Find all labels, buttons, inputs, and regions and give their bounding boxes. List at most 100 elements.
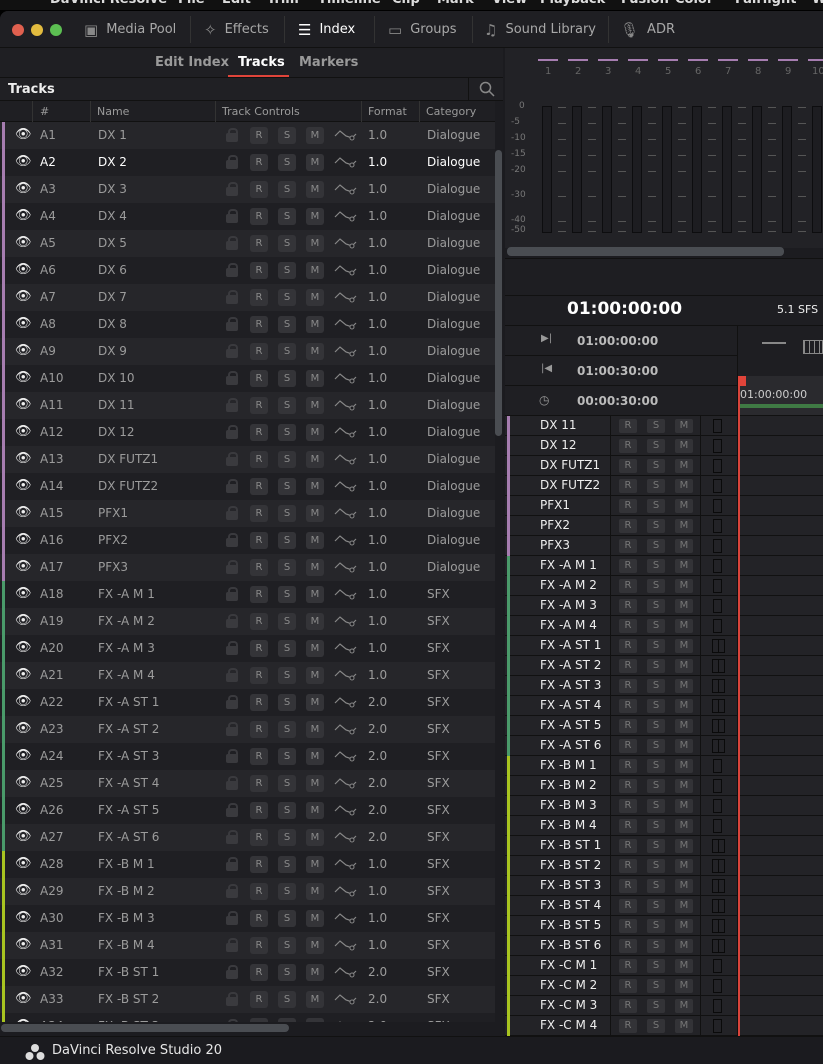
toolbar-adr-button[interactable]: 🎙 ADR <box>620 11 675 48</box>
automation-curve-icon[interactable] <box>334 1017 358 1022</box>
table-row[interactable]: 👁 A22 FX -A ST 1 2.0 SFX R S M <box>0 689 495 716</box>
lock-icon[interactable] <box>226 749 238 763</box>
lock-icon[interactable] <box>226 425 238 439</box>
mute-button[interactable]: M <box>306 370 324 387</box>
grid-icon[interactable] <box>803 340 823 354</box>
automation-curve-icon[interactable] <box>334 396 358 415</box>
eye-icon[interactable]: 👁 <box>15 424 32 439</box>
table-row[interactable]: 👁 A34 FX -B ST 3 2.0 SFX R S M <box>0 1013 495 1022</box>
table-row[interactable]: 👁 A5 DX 5 1.0 Dialogue R S M <box>0 230 495 257</box>
timeline-lane[interactable] <box>738 656 823 676</box>
record-button[interactable]: R <box>619 579 637 593</box>
mute-button[interactable]: M <box>306 289 324 306</box>
solo-button[interactable]: S <box>278 424 296 441</box>
eye-icon[interactable]: 👁 <box>15 289 32 304</box>
timeline-track-header[interactable]: FX -B ST 2 RSM <box>505 856 737 876</box>
eye-icon[interactable]: 👁 <box>15 775 32 790</box>
timeline-track-header[interactable]: FX -B ST 3 RSM <box>505 876 737 896</box>
solo-button[interactable]: S <box>647 679 665 693</box>
solo-button[interactable]: S <box>278 991 296 1008</box>
close-window-button[interactable] <box>12 24 24 36</box>
timeline-track-header[interactable]: FX -A M 3 RSM <box>505 596 737 616</box>
record-button[interactable]: R <box>250 856 268 873</box>
record-button[interactable]: R <box>250 235 268 252</box>
solo-button[interactable]: S <box>278 127 296 144</box>
timeline-lane[interactable] <box>738 956 823 976</box>
lock-icon[interactable] <box>226 452 238 466</box>
menu-item[interactable]: Color <box>675 0 713 7</box>
mute-button[interactable]: M <box>306 262 324 279</box>
solo-button[interactable]: S <box>647 419 665 433</box>
timeline-lane[interactable] <box>738 816 823 836</box>
record-button[interactable]: R <box>250 640 268 657</box>
record-button[interactable]: R <box>619 979 637 993</box>
timeline-lane[interactable] <box>738 416 823 436</box>
solo-button[interactable]: S <box>278 370 296 387</box>
eye-icon[interactable]: 👁 <box>15 883 32 898</box>
lock-icon[interactable] <box>226 479 238 493</box>
mute-button[interactable]: M <box>675 659 693 673</box>
solo-button[interactable]: S <box>278 397 296 414</box>
table-row[interactable]: 👁 A25 FX -A ST 4 2.0 SFX R S M <box>0 770 495 797</box>
mute-button[interactable]: M <box>675 499 693 513</box>
lock-icon[interactable] <box>226 533 238 547</box>
timeline-lane[interactable] <box>738 856 823 876</box>
eye-icon[interactable]: 👁 <box>15 370 32 385</box>
lock-icon[interactable] <box>226 371 238 385</box>
record-button[interactable]: R <box>250 937 268 954</box>
eye-icon[interactable]: 👁 <box>15 478 32 493</box>
mute-button[interactable]: M <box>675 919 693 933</box>
horizontal-scrollbar[interactable] <box>1 1024 289 1032</box>
record-button[interactable]: R <box>619 539 637 553</box>
automation-curve-icon[interactable] <box>334 720 358 739</box>
record-button[interactable]: R <box>250 991 268 1008</box>
lock-icon[interactable] <box>226 614 238 628</box>
mute-button[interactable]: M <box>306 208 324 225</box>
lock-icon[interactable] <box>226 884 238 898</box>
record-button[interactable]: R <box>619 779 637 793</box>
table-row[interactable]: 👁 A9 DX 9 1.0 Dialogue R S M <box>0 338 495 365</box>
mute-button[interactable]: M <box>306 586 324 603</box>
solo-button[interactable]: S <box>647 479 665 493</box>
menu-item[interactable]: View <box>492 0 527 7</box>
solo-button[interactable]: S <box>647 579 665 593</box>
menu-item[interactable]: W <box>812 0 823 7</box>
automation-curve-icon[interactable] <box>334 936 358 955</box>
mute-button[interactable]: M <box>675 719 693 733</box>
record-button[interactable]: R <box>250 289 268 306</box>
lock-icon[interactable] <box>226 857 238 871</box>
column-track-controls[interactable]: Track Controls <box>222 105 300 118</box>
record-button[interactable]: R <box>619 859 637 873</box>
timeline-ruler[interactable]: 01:00:00:00 <box>738 376 823 416</box>
mute-button[interactable]: M <box>306 451 324 468</box>
lock-icon[interactable] <box>226 128 238 142</box>
automation-curve-icon[interactable] <box>334 909 358 928</box>
record-button[interactable]: R <box>250 181 268 198</box>
mute-button[interactable]: M <box>306 748 324 765</box>
solo-button[interactable]: S <box>278 154 296 171</box>
eye-icon[interactable]: 👁 <box>15 262 32 277</box>
eye-icon[interactable]: 👁 <box>15 802 32 817</box>
timeline-lane[interactable] <box>738 976 823 996</box>
mute-button[interactable]: M <box>306 991 324 1008</box>
solo-button[interactable]: S <box>278 640 296 657</box>
timeline-track-header[interactable]: PFX1 R S M <box>505 496 737 516</box>
lock-icon[interactable] <box>226 506 238 520</box>
table-row[interactable]: 👁 A6 DX 6 1.0 Dialogue R S M <box>0 257 495 284</box>
solo-button[interactable]: S <box>647 439 665 453</box>
table-row[interactable]: 👁 A32 FX -B ST 1 2.0 SFX R S M <box>0 959 495 986</box>
eye-icon[interactable]: 👁 <box>15 505 32 520</box>
mute-button[interactable]: M <box>675 539 693 553</box>
lock-icon[interactable] <box>226 155 238 169</box>
mute-button[interactable]: M <box>306 640 324 657</box>
record-button[interactable]: R <box>250 208 268 225</box>
automation-curve-icon[interactable] <box>334 288 358 307</box>
record-button[interactable]: R <box>250 667 268 684</box>
table-row[interactable]: 👁 A24 FX -A ST 3 2.0 SFX R S M <box>0 743 495 770</box>
lock-icon[interactable] <box>226 722 238 736</box>
table-row[interactable]: 👁 A10 DX 10 1.0 Dialogue R S M <box>0 365 495 392</box>
mute-button[interactable]: M <box>306 154 324 171</box>
solo-button[interactable]: S <box>278 748 296 765</box>
column-number[interactable]: # <box>40 105 49 118</box>
solo-button[interactable]: S <box>647 539 665 553</box>
